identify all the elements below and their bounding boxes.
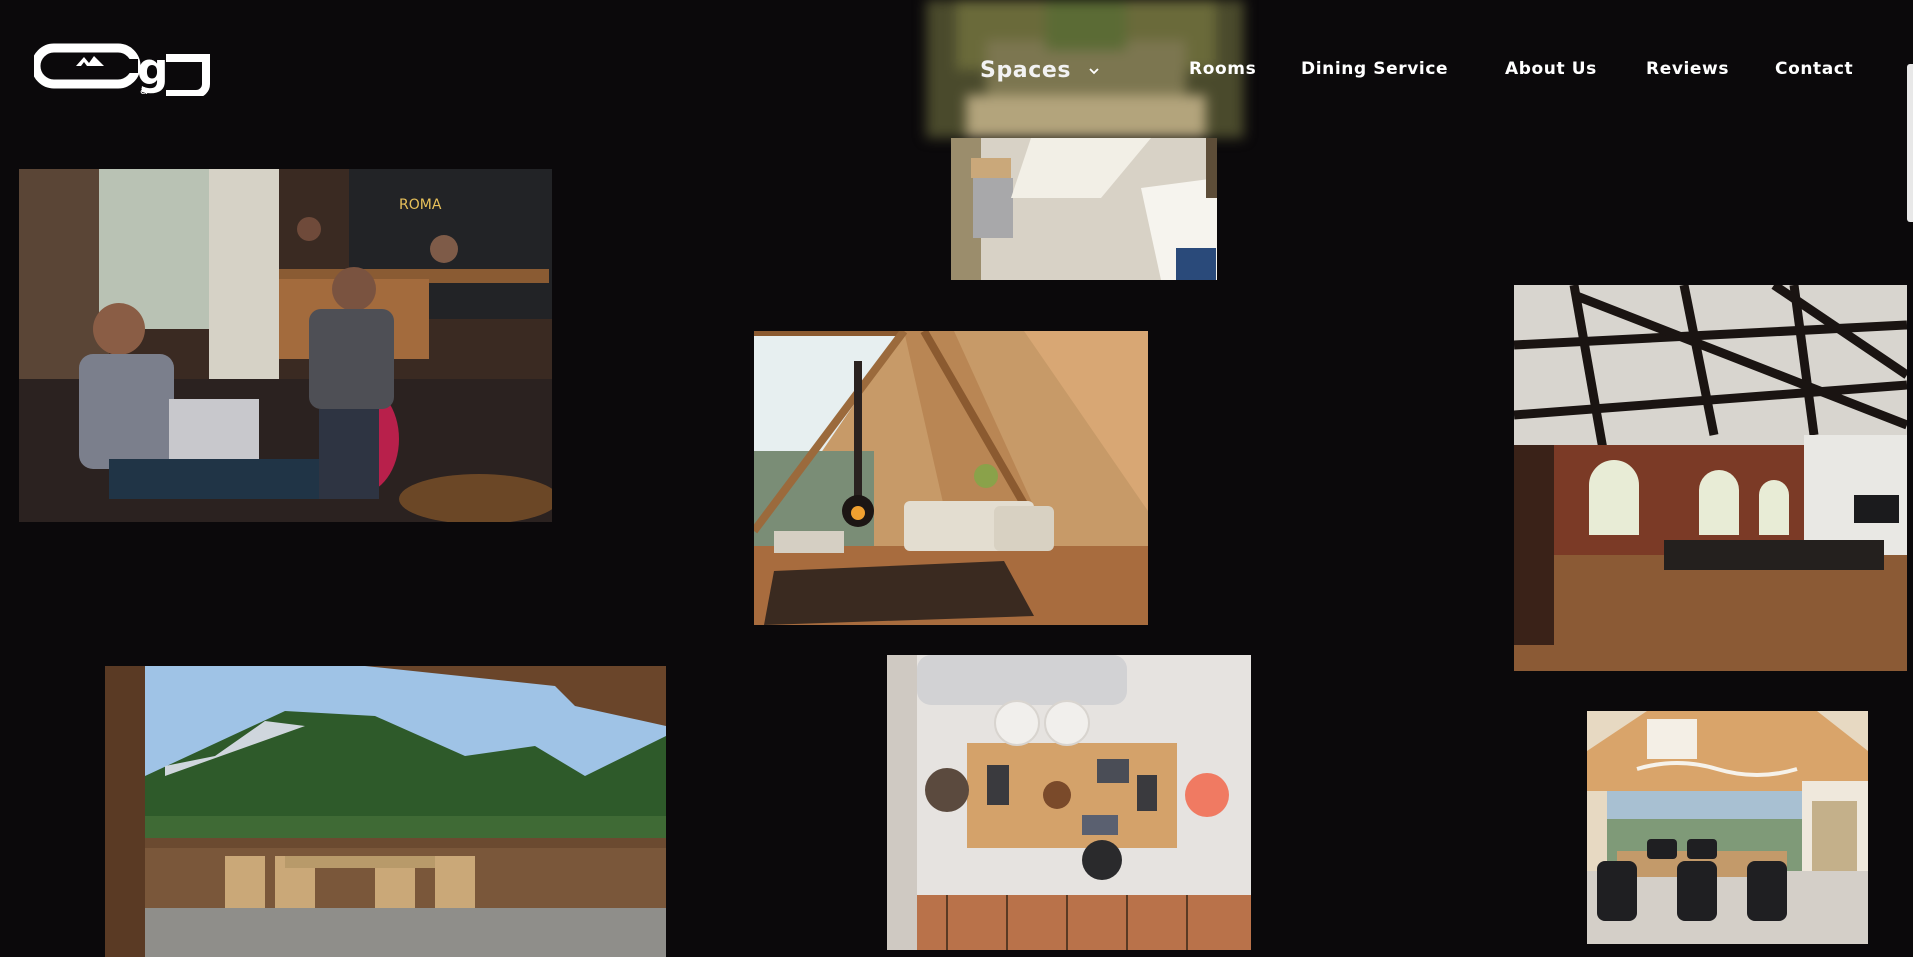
overhead-meeting-table-photo[interactable] bbox=[887, 655, 1251, 950]
svg-text:ROMA: ROMA bbox=[399, 197, 442, 213]
chalet-meeting-room-photo[interactable] bbox=[1587, 711, 1868, 944]
nav-spaces[interactable]: Spaces bbox=[980, 52, 1100, 88]
side-scroll-indicator[interactable] bbox=[1907, 64, 1913, 222]
nav-about-us[interactable]: About Us bbox=[1505, 52, 1597, 86]
industrial-loft-photo[interactable] bbox=[1514, 285, 1907, 671]
nav-rooms[interactable]: Rooms bbox=[1189, 52, 1256, 86]
nav-contact[interactable]: Contact bbox=[1775, 52, 1853, 86]
nav-dining-service[interactable]: Dining Service bbox=[1301, 52, 1448, 86]
mountain-balcony-photo[interactable] bbox=[105, 666, 666, 957]
page: g & Spaces Rooms Dining Service About Us… bbox=[0, 0, 1913, 957]
main-navigation: Spaces Rooms Dining Service About Us Rev… bbox=[0, 52, 1913, 86]
chevron-down-icon bbox=[1089, 52, 1100, 86]
coworking-cafe-photo[interactable]: ROMA bbox=[19, 169, 552, 522]
sunlit-room-photo[interactable] bbox=[951, 138, 1217, 280]
svg-text:&: & bbox=[140, 86, 148, 96]
nav-reviews[interactable]: Reviews bbox=[1646, 52, 1729, 86]
nav-spaces-label: Spaces bbox=[980, 58, 1072, 83]
a-frame-living-room-photo[interactable] bbox=[754, 331, 1148, 625]
